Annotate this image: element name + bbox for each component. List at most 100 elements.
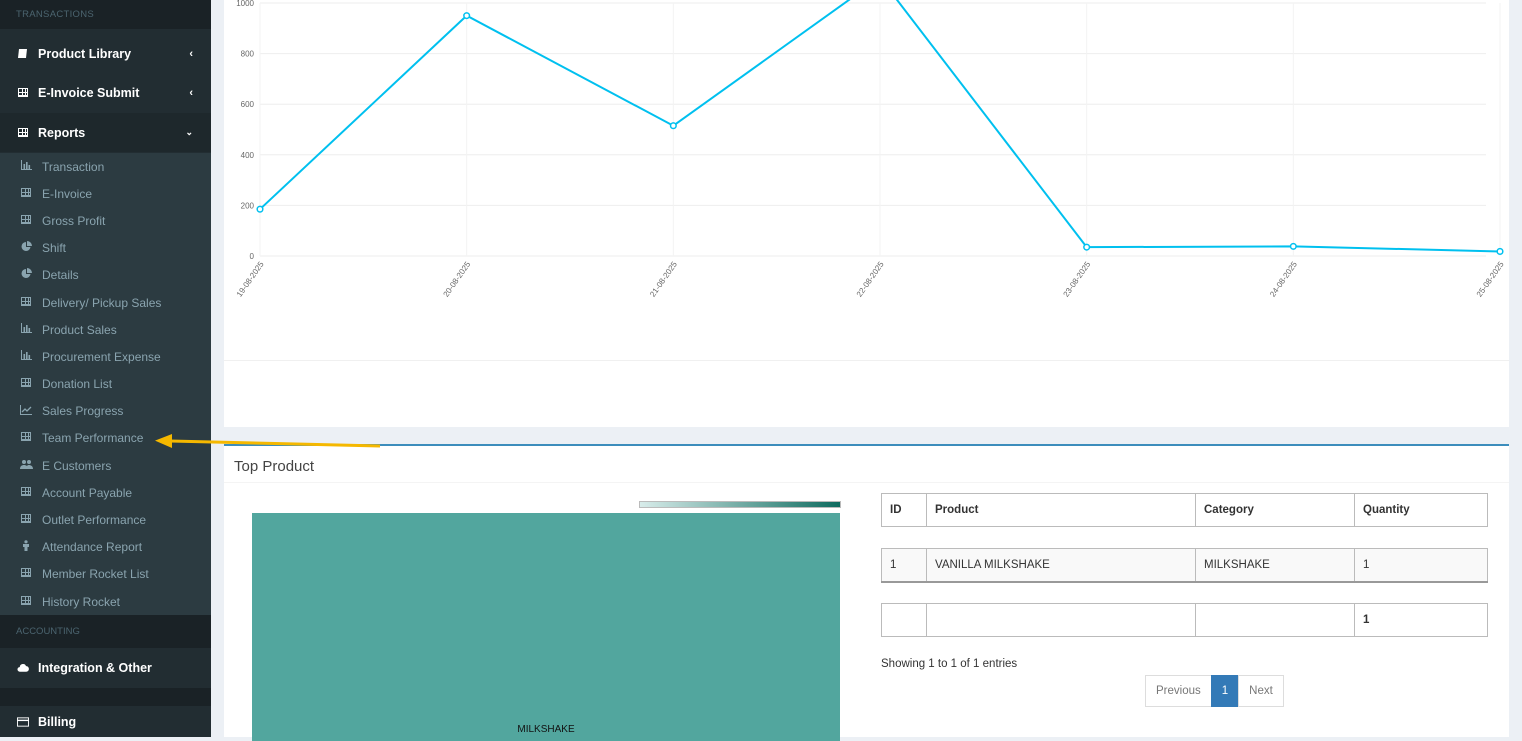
chevron-left-icon: ‹: [189, 47, 193, 60]
y-tick-label: 800: [241, 50, 255, 59]
submenu-item-label: Product Sales: [42, 322, 117, 337]
submenu-item[interactable]: Member Rocket List: [0, 561, 211, 588]
chevron-left-icon: ‹: [189, 86, 193, 99]
table-icon: [20, 514, 32, 526]
submenu-item[interactable]: E-Invoice: [0, 180, 211, 207]
submenu-item[interactable]: Account Payable: [0, 479, 211, 506]
table-icon: [20, 187, 32, 200]
x-tick-label: 24-08-2025: [1268, 260, 1299, 299]
submenu-item-label: Sales Progress: [42, 404, 124, 419]
reports-submenu: Transaction E-Invoice Gross Profit Shift Det…: [0, 153, 211, 615]
submenu-item-label: E-Invoice: [42, 186, 93, 201]
submenu-item[interactable]: Procurement Expense: [0, 343, 211, 370]
users-icon: [20, 459, 33, 472]
main-content: 0 200 400 600 800 1000 19-08-2025 20-08-2025 21-…: [211, 0, 1522, 741]
submenu-item[interactable]: Delivery/ Pickup Sales: [0, 289, 211, 316]
menu-label: Product Library: [38, 46, 132, 61]
table-icon: [20, 486, 32, 499]
data-point[interactable]: [1496, 247, 1504, 255]
submenu-item-label: Transaction: [42, 159, 105, 174]
total-cell-quantity: 1: [1354, 603, 1488, 637]
cloud-icon: [17, 662, 29, 674]
total-cell-id: [881, 603, 927, 637]
total-cell-category: [1195, 603, 1355, 637]
submenu-item-label: Outlet Performance: [42, 513, 147, 528]
submenu-item[interactable]: Details: [0, 262, 211, 289]
cell-category: MILKSHAKE: [1195, 548, 1355, 582]
column-header-quantity[interactable]: Quantity: [1354, 493, 1488, 527]
bar-chart-icon: [20, 323, 32, 336]
cell-id: 1: [881, 548, 927, 582]
x-tick-label: 19-08-2025: [235, 260, 266, 299]
column-header-category[interactable]: Category: [1195, 493, 1355, 527]
treemap-cell[interactable]: MILKSHAKE: [252, 513, 840, 741]
top-product-table-body: 1 VANILLA MILKSHAKE MILKSHAKE 1: [881, 548, 1488, 583]
cell-quantity: 1: [1354, 548, 1488, 582]
box-title: Top Product: [234, 458, 315, 475]
pie-chart-icon: [20, 241, 32, 255]
column-header-id[interactable]: ID: [881, 493, 927, 527]
page-1-button[interactable]: 1: [1210, 675, 1240, 707]
next-button[interactable]: Next: [1238, 675, 1284, 707]
section-header-accounting: ACCOUNTING: [0, 615, 211, 648]
menu-label: Billing: [38, 714, 77, 729]
submenu-item[interactable]: Product Sales: [0, 316, 211, 343]
table-total-row: 1: [881, 603, 1488, 637]
menu-reports[interactable]: Reports ⌄: [0, 113, 211, 152]
total-cell-product: [926, 603, 1196, 637]
submenu-item[interactable]: Transaction: [0, 153, 211, 180]
person-icon: [20, 540, 32, 554]
menu-einvoice-submit[interactable]: E-Invoice Submit ‹: [0, 73, 211, 112]
chevron-down-icon: ⌄: [185, 127, 193, 137]
x-tick-label: 21-08-2025: [648, 260, 679, 299]
submenu-item-label: History Rocket: [42, 594, 121, 609]
table-icon: [17, 87, 29, 99]
section-header-transactions: TRANSACTIONS: [0, 0, 211, 29]
submenu-item-label: Team Performance: [42, 431, 144, 446]
menu-billing[interactable]: Billing: [0, 706, 211, 737]
y-tick-label: 0: [250, 252, 255, 261]
data-point[interactable]: [463, 12, 471, 20]
table-icon: [20, 432, 32, 444]
menu-product-library[interactable]: Product Library ‹: [0, 34, 211, 73]
treemap-color-legend: [639, 501, 841, 508]
menu-integration-other[interactable]: Integration & Other: [0, 648, 211, 688]
menu-label: Integration & Other: [38, 661, 152, 675]
submenu-item-label: Attendance Report: [42, 540, 143, 555]
sidebar: TRANSACTIONS Product Library ‹ E-Invoice…: [0, 0, 211, 737]
data-point[interactable]: [256, 205, 264, 213]
submenu-item[interactable]: Sales Progress: [0, 398, 211, 425]
submenu-item[interactable]: E Customers: [0, 452, 211, 479]
submenu-item-label: Account Payable: [42, 485, 133, 500]
submenu-item[interactable]: Attendance Report: [0, 534, 211, 561]
submenu-item[interactable]: Outlet Performance: [0, 506, 211, 533]
table-icon: [20, 214, 32, 227]
data-point[interactable]: [669, 122, 677, 130]
submenu-item-label: Delivery/ Pickup Sales: [42, 295, 162, 310]
submenu-item[interactable]: Gross Profit: [0, 207, 211, 234]
table-icon: [17, 127, 29, 139]
bar-chart-icon: [20, 350, 32, 363]
submenu-item-label: Procurement Expense: [42, 349, 161, 364]
table-header-row: ID Product Category Quantity: [881, 493, 1488, 527]
sales-line-chart: 0 200 400 600 800 1000 19-08-2025 20-08-2025 21-…: [235, 0, 1506, 299]
data-point[interactable]: [1289, 242, 1297, 250]
submenu-item-label: Details: [42, 268, 79, 283]
submenu-item[interactable]: Donation List: [0, 371, 211, 398]
column-header-product[interactable]: Product: [926, 493, 1196, 527]
submenu-item[interactable]: Team Performance: [0, 425, 211, 452]
book-icon: [17, 48, 29, 60]
previous-button[interactable]: Previous: [1145, 675, 1212, 707]
submenu-item-label: Shift: [42, 241, 67, 256]
y-tick-label: 400: [241, 151, 255, 160]
table-icon: [20, 568, 32, 580]
chart-footer-divider: [224, 360, 1509, 361]
table-icon: [20, 378, 32, 390]
data-point[interactable]: [1083, 243, 1091, 251]
submenu-item[interactable]: History Rocket: [0, 588, 211, 615]
x-tick-label: 22-08-2025: [855, 260, 886, 299]
x-tick-label: 20-08-2025: [441, 260, 472, 299]
pagination: Previous 1 Next: [1145, 675, 1284, 707]
menu-label: E-Invoice Submit: [38, 85, 140, 100]
submenu-item[interactable]: Shift: [0, 235, 211, 262]
